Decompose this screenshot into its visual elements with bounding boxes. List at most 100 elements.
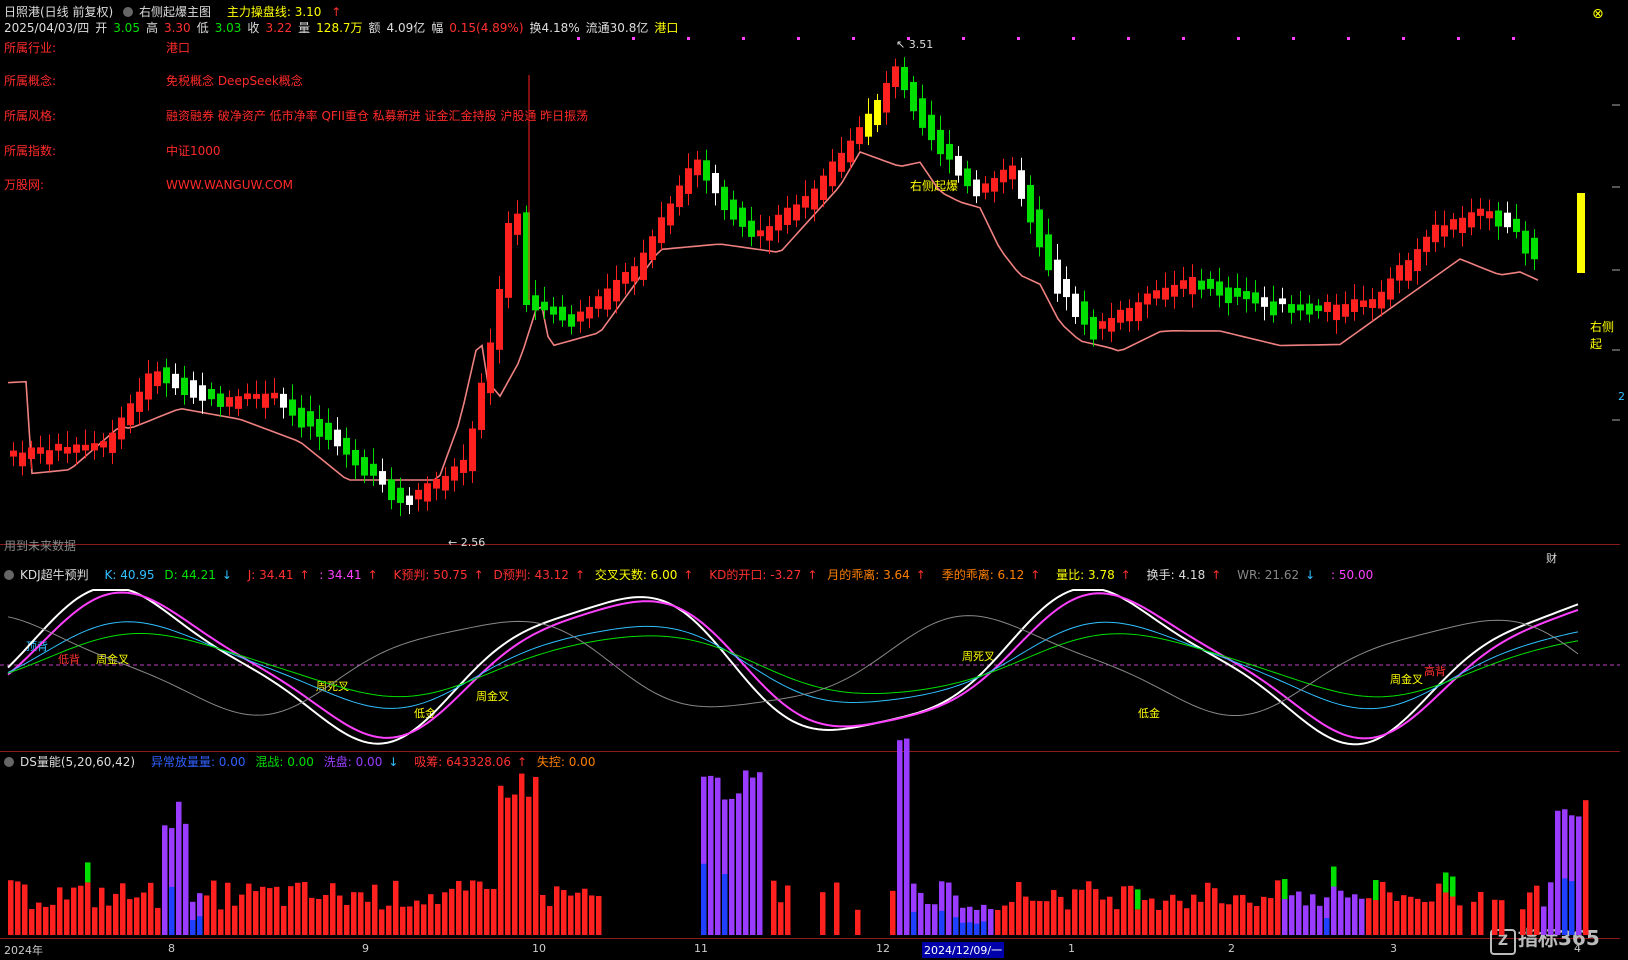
volume-bar bbox=[1366, 898, 1372, 935]
volume-bar bbox=[1359, 898, 1365, 935]
candle-body bbox=[964, 168, 971, 187]
volume-bar bbox=[71, 887, 77, 935]
candle-body bbox=[298, 407, 305, 428]
candle-body bbox=[127, 403, 134, 426]
candle-body bbox=[46, 450, 53, 465]
candle-body bbox=[55, 443, 62, 451]
candle-body bbox=[1531, 237, 1538, 260]
candle-body bbox=[1324, 302, 1331, 312]
candle-body bbox=[1090, 316, 1097, 340]
marker-dot bbox=[1402, 37, 1405, 40]
candle-body bbox=[820, 175, 827, 201]
candle-body bbox=[343, 437, 350, 455]
volume-bar bbox=[134, 897, 140, 935]
candle-body bbox=[442, 475, 449, 491]
volume-bar bbox=[918, 892, 924, 935]
candle-body bbox=[1108, 317, 1115, 332]
volume-bar bbox=[1121, 886, 1127, 935]
volume-bar bbox=[554, 886, 560, 935]
volume-bar-segment bbox=[1135, 889, 1141, 910]
volume-bar bbox=[1079, 889, 1085, 935]
candle-body bbox=[235, 396, 242, 409]
volume-bar bbox=[50, 904, 56, 935]
volume-bar bbox=[1114, 909, 1120, 935]
candle-body bbox=[1081, 301, 1088, 325]
volume-bar bbox=[421, 904, 427, 935]
volume-bar bbox=[1275, 880, 1281, 935]
volume-bar bbox=[456, 880, 462, 935]
marker-dot bbox=[1017, 37, 1020, 40]
candle-body bbox=[100, 441, 107, 448]
volume-bar bbox=[22, 884, 28, 935]
candle-body bbox=[136, 391, 143, 412]
volume-bar bbox=[1422, 902, 1428, 935]
volume-bar bbox=[113, 893, 119, 935]
candle-body bbox=[1153, 290, 1160, 299]
volume-bar bbox=[1205, 882, 1211, 935]
candle-body bbox=[307, 411, 314, 427]
candle-body bbox=[1171, 284, 1178, 297]
volume-bar bbox=[1478, 892, 1484, 935]
candle-body bbox=[154, 371, 161, 387]
candle-body bbox=[1369, 299, 1376, 308]
volume-bar bbox=[1086, 881, 1092, 935]
volume-bar bbox=[1555, 810, 1561, 935]
volume-bar bbox=[491, 889, 497, 935]
candle-body bbox=[109, 432, 116, 453]
candle-body bbox=[1189, 276, 1196, 295]
candle-body bbox=[892, 66, 899, 87]
volume-bar-segment bbox=[1562, 878, 1568, 935]
candle-body bbox=[181, 377, 188, 395]
volume-bar bbox=[1317, 905, 1323, 935]
volume-bar bbox=[1226, 904, 1232, 935]
candle-body bbox=[622, 272, 629, 284]
candle-body bbox=[1234, 287, 1241, 297]
candle-body bbox=[406, 495, 413, 505]
volume-bar bbox=[260, 886, 266, 935]
volume-bar bbox=[757, 772, 763, 935]
candle-body bbox=[1306, 303, 1313, 315]
candle-body bbox=[1270, 301, 1277, 316]
volume-bar bbox=[1492, 899, 1498, 935]
volume-bar bbox=[1380, 881, 1386, 935]
candle-body bbox=[1063, 279, 1070, 298]
candle-body bbox=[1198, 280, 1205, 290]
volume-bar bbox=[435, 903, 441, 935]
candle-body bbox=[1054, 259, 1061, 294]
candle-body bbox=[928, 114, 935, 141]
volume-bar bbox=[400, 906, 406, 935]
candle-body bbox=[1504, 212, 1511, 228]
volume-bar bbox=[1457, 905, 1463, 935]
candle-body bbox=[1099, 321, 1106, 329]
candle-body bbox=[568, 314, 575, 327]
marker-dot bbox=[1182, 37, 1185, 40]
volume-bar bbox=[1128, 885, 1134, 935]
volume-bar bbox=[855, 909, 861, 935]
candle-body bbox=[1027, 184, 1034, 223]
candle-body bbox=[64, 447, 71, 454]
candle-body bbox=[847, 140, 854, 163]
candle-body bbox=[1135, 302, 1142, 322]
candle-body bbox=[766, 226, 773, 241]
candle-body bbox=[1045, 234, 1052, 271]
candle-body bbox=[1297, 304, 1304, 311]
volume-bar bbox=[995, 909, 1001, 935]
candle-body bbox=[1009, 165, 1016, 180]
volume-bar bbox=[372, 884, 378, 935]
candle-body bbox=[1225, 287, 1232, 304]
marker-dot bbox=[742, 37, 745, 40]
candle-body bbox=[739, 207, 746, 227]
volume-bar bbox=[1072, 889, 1078, 935]
marker-dot bbox=[687, 37, 690, 40]
volume-bar bbox=[1450, 896, 1456, 935]
chart-canvas bbox=[0, 37, 1620, 935]
volume-bar bbox=[302, 881, 308, 935]
volume-bar bbox=[1499, 900, 1505, 935]
volume-bar bbox=[897, 740, 903, 935]
volume-bar bbox=[715, 777, 721, 935]
volume-bar-segment bbox=[1569, 881, 1575, 935]
volume-bar bbox=[1387, 892, 1393, 935]
candle-body bbox=[793, 204, 800, 221]
candle-body bbox=[352, 449, 359, 466]
volume-bar bbox=[57, 887, 63, 935]
